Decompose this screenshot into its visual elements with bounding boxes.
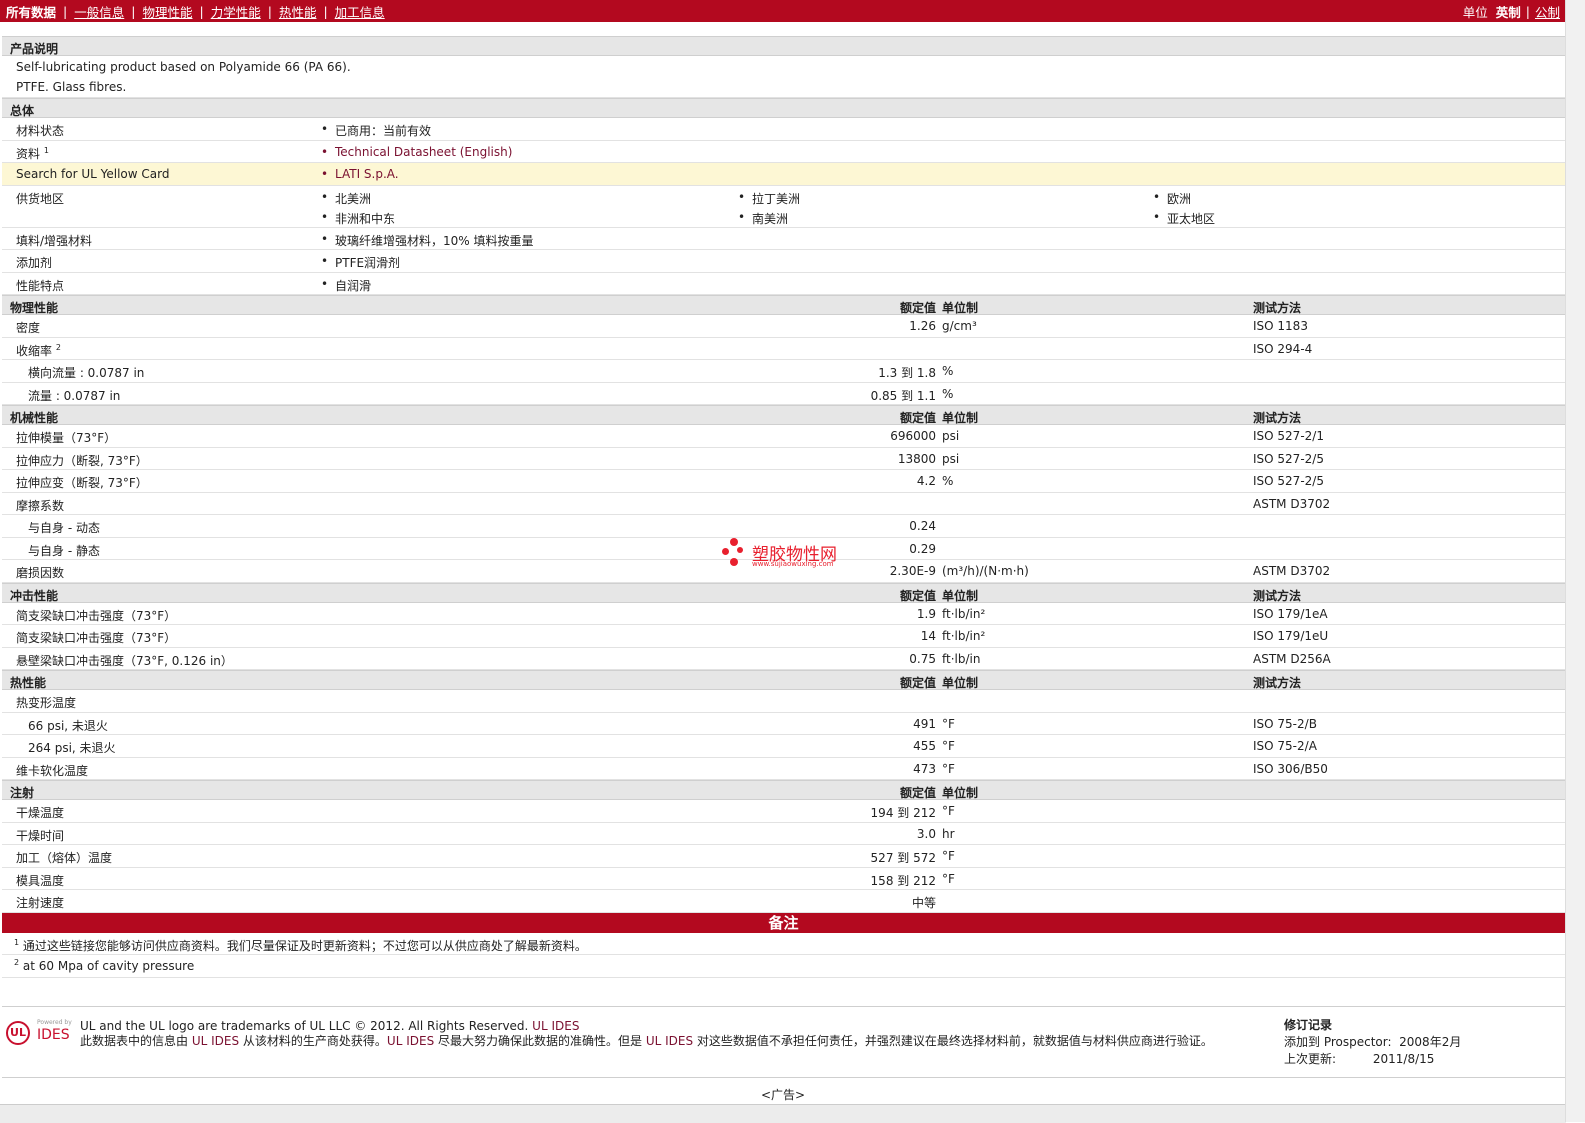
- row-density: 密度 1.26 g/cm³ ISO 1183: [2, 315, 1565, 338]
- unit-imperial[interactable]: 英制: [1496, 2, 1521, 21]
- product-line-1: Self-lubricating product based on Polyam…: [16, 60, 351, 74]
- nav-processing[interactable]: 加工信息: [335, 2, 385, 21]
- region: 亚太地区: [1153, 210, 1215, 227]
- row-drying-temp: 干燥温度 194 到 212 °F: [2, 800, 1565, 823]
- ides-wordmark: IDES: [37, 1027, 70, 1043]
- row-filler: 填料/增强材料 玻璃纤维增强材料，10% 填料按重量: [2, 228, 1565, 250]
- top-nav-bar: 所有数据 | 一般信息 | 物理性能 | 力学性能 | 热性能 | 加工信息 单位 英制 |…: [0, 0, 1566, 22]
- row-injection-speed: 注射速度 中等: [2, 890, 1565, 913]
- ad-placeholder: <广告>: [760, 1088, 806, 1102]
- row-shrinkage: 收缩率 2 ISO 294-4: [2, 338, 1565, 360]
- row-ul-yellow-card: Search for UL Yellow Card LATI S.p.A.: [2, 163, 1565, 186]
- section-physical: 物理性能 额定值 单位制 测试方法: [2, 295, 1565, 315]
- row-hdt: 热变形温度: [2, 690, 1565, 713]
- region: 北美洲: [321, 190, 371, 207]
- ul-ides-logo: UL Powered by IDES: [6, 1019, 72, 1049]
- section-mechanical: 机械性能 额定值 单位制 测试方法: [2, 405, 1565, 425]
- row-friction-dynamic: 与自身 - 动态 0.24: [2, 515, 1565, 538]
- section-thermal: 热性能 额定值 单位制 测试方法: [2, 670, 1565, 690]
- row-material-status: 材料状态 已商用：当前有效: [2, 118, 1565, 141]
- row-shrinkage-cross: 横向流量 : 0.0787 in 1.3 到 1.8 %: [2, 360, 1565, 383]
- section-general: 总体: [2, 98, 1565, 118]
- datasheet: 产品说明 Self-lubricating product based on P…: [2, 36, 1565, 978]
- row-documents: 资料 1 Technical Datasheet (English): [2, 141, 1565, 163]
- nav-all-data[interactable]: 所有数据: [6, 2, 56, 21]
- nav-general-info[interactable]: 一般信息: [74, 2, 124, 21]
- row-hdt-264psi: 264 psi, 未退火 455 °F ISO 75-2/A: [2, 735, 1565, 758]
- footer: UL Powered by IDES UL and the UL logo ar…: [2, 1006, 1565, 1078]
- row-izod-notched: 悬壁梁缺口冲击强度（73°F, 0.126 in） 0.75 ft·lb/in …: [2, 648, 1565, 670]
- section-injection: 注射 额定值 单位制: [2, 780, 1565, 800]
- region: 南美洲: [738, 210, 788, 227]
- row-tensile-strain: 拉伸应变（断裂, 73°F） 4.2 % ISO 527-2/5: [2, 470, 1565, 493]
- row-tensile-modulus: 拉伸模量（73°F） 696000 psi ISO 527-2/1: [2, 425, 1565, 448]
- row-mold-temp: 模具温度 158 到 212 °F: [2, 868, 1565, 890]
- row-drying-time: 干燥时间 3.0 hr: [2, 823, 1565, 845]
- row-melt-temp: 加工（熔体）温度 527 到 572 °F: [2, 845, 1565, 868]
- product-line-2: PTFE. Glass fibres.: [16, 80, 127, 94]
- section-impact: 冲击性能 额定值 单位制 测试方法: [2, 582, 1565, 603]
- ul-ides-link[interactable]: UL IDES: [532, 1019, 579, 1033]
- section-product-description: 产品说明: [2, 36, 1565, 56]
- watermark-logo: 塑胶物性网 www.sujiaowuxing.com: [722, 538, 862, 572]
- powered-by: Powered by: [37, 1019, 72, 1026]
- revision-history: 修订记录 添加到 Prospector: 2008年2月 上次更新: 2011/…: [1284, 1018, 1462, 1066]
- watermark-url: www.sujiaowuxing.com: [752, 560, 834, 568]
- row-tensile-stress: 拉伸应力（断裂, 73°F） 13800 psi ISO 527-2/5: [2, 448, 1565, 470]
- nav-physical[interactable]: 物理性能: [142, 2, 192, 21]
- row-shrinkage-flow: 流量 : 0.0787 in 0.85 到 1.1 %: [2, 383, 1565, 405]
- region: 欧洲: [1153, 190, 1191, 207]
- row-features: 性能特点 自润滑: [2, 273, 1565, 295]
- supplier-link[interactable]: LATI S.p.A.: [321, 167, 399, 181]
- note-2: 2 at 60 Mpa of cavity pressure: [2, 955, 1565, 978]
- bottom-scroll-area: [0, 1104, 1566, 1123]
- notes-header: 备注: [2, 912, 1565, 933]
- region: 非洲和中东: [321, 210, 395, 227]
- region: 拉丁美洲: [738, 190, 800, 207]
- vertical-scrollbar[interactable]: [1565, 0, 1585, 1122]
- row-supply-regions: 供货地区 北美洲 拉丁美洲 欧洲 非洲和中东 南美洲 亚太地区: [2, 186, 1565, 228]
- note-1: 1 通过这些链接您能够访问供应商资料。我们尽量保证及时更新资料；不过您可以从供应…: [2, 933, 1565, 955]
- units-label: 单位: [1462, 4, 1488, 20]
- section-nav: 所有数据 | 一般信息 | 物理性能 | 力学性能 | 热性能 | 加工信息: [6, 2, 385, 21]
- row-charpy-unnotched: 简支梁缺口冲击强度（73°F） 14 ft·lb/in² ISO 179/1eU: [2, 625, 1565, 648]
- row-additive: 添加剂 PTFE润滑剂: [2, 250, 1565, 273]
- product-description: Self-lubricating product based on Polyam…: [2, 56, 1565, 98]
- row-vicat: 维卡软化温度 473 °F ISO 306/B50: [2, 758, 1565, 780]
- nav-thermal[interactable]: 热性能: [279, 2, 317, 21]
- row-friction: 摩擦系数 ASTM D3702: [2, 493, 1565, 515]
- row-hdt-66psi: 66 psi, 未退火 491 °F ISO 75-2/B: [2, 713, 1565, 735]
- ul-logo-icon: UL: [6, 1021, 30, 1045]
- technical-datasheet-link[interactable]: Technical Datasheet (English): [321, 145, 512, 159]
- row-charpy-notched: 简支梁缺口冲击强度（73°F） 1.9 ft·lb/in² ISO 179/1e…: [2, 603, 1565, 625]
- footer-disclaimer: UL and the UL logo are trademarks of UL …: [80, 1019, 1213, 1048]
- unit-switch: 单位 英制 | 公制: [1462, 2, 1560, 21]
- unit-metric[interactable]: 公制: [1535, 2, 1560, 21]
- nav-mechanical[interactable]: 力学性能: [211, 2, 261, 21]
